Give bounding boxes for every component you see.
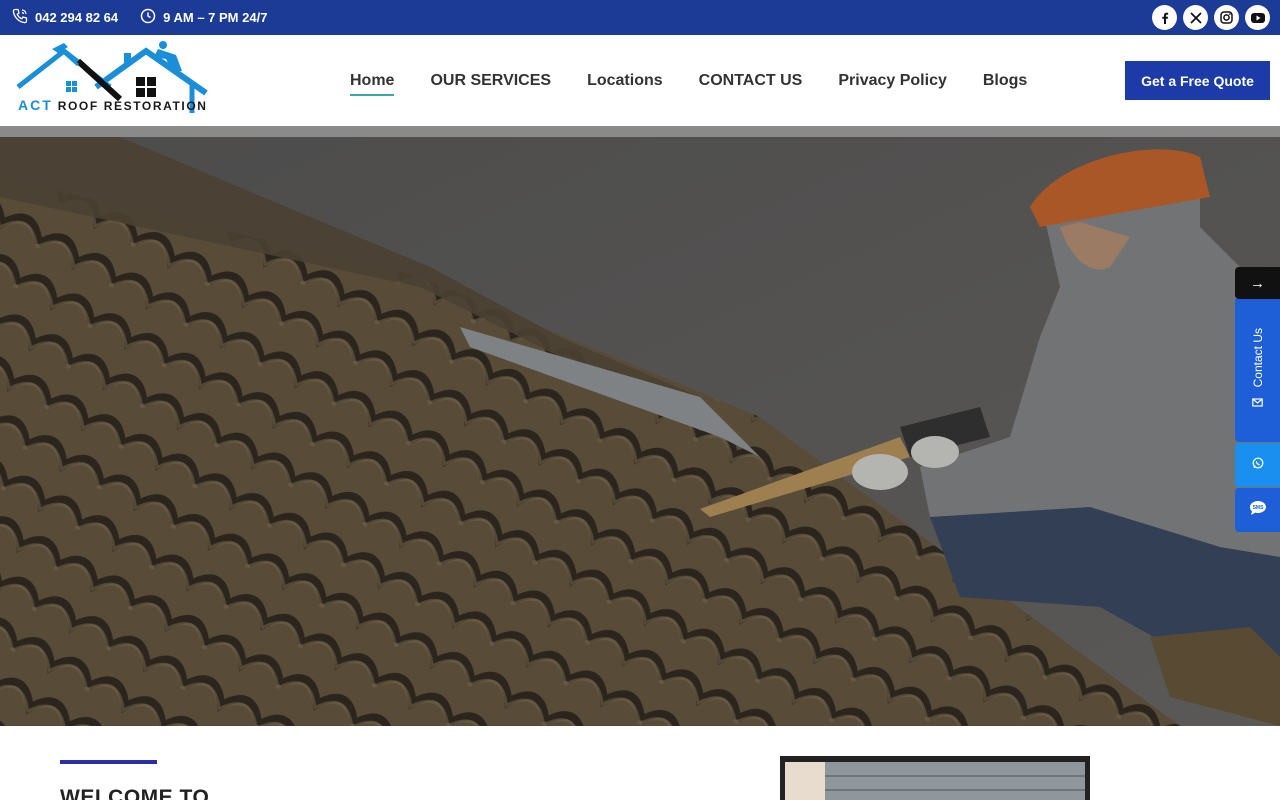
side-contact-label: Contact Us xyxy=(1250,327,1265,388)
clock-icon xyxy=(140,8,163,27)
main-nav: Home OUR SERVICES Locations CONTACT US P… xyxy=(350,35,1063,126)
hero-dark-overlay xyxy=(0,137,1280,726)
hero-banner xyxy=(0,137,1280,726)
nav-contact-us[interactable]: CONTACT US xyxy=(699,66,803,96)
side-sms-button[interactable]: SMS xyxy=(1235,488,1280,532)
whatsapp-icon xyxy=(1252,456,1264,474)
get-free-quote-button[interactable]: Get a Free Quote xyxy=(1125,61,1270,100)
side-widget-toggle[interactable]: → xyxy=(1235,267,1280,299)
about-image-frame xyxy=(780,756,1090,800)
welcome-heading: WELCOME TO xyxy=(60,786,210,800)
nav-blogs[interactable]: Blogs xyxy=(983,66,1027,96)
logo-act: ACT xyxy=(18,97,53,113)
logo-roof-restoration: ROOF RESTORATION xyxy=(57,99,208,113)
phone-link[interactable]: 042 294 82 64 xyxy=(12,8,118,27)
youtube-icon[interactable] xyxy=(1245,5,1270,30)
facebook-icon[interactable] xyxy=(1152,5,1177,30)
hours-info: 9 AM – 7 PM 24/7 xyxy=(140,8,267,27)
envelope-icon xyxy=(1252,395,1263,413)
about-roof-image xyxy=(785,762,1085,800)
phone-icon xyxy=(12,8,35,27)
x-icon[interactable] xyxy=(1183,5,1208,30)
nav-privacy-policy[interactable]: Privacy Policy xyxy=(838,66,947,96)
topbar-contact: 042 294 82 64 9 AM – 7 PM 24/7 xyxy=(12,0,289,35)
side-whatsapp-button[interactable] xyxy=(1235,443,1280,487)
social-links xyxy=(1152,5,1270,30)
phone-number: 042 294 82 64 xyxy=(35,10,119,25)
nav-locations[interactable]: Locations xyxy=(587,66,663,96)
logo-wordmark: ACT ROOF RESTORATION xyxy=(18,97,208,113)
svg-text:SMS: SMS xyxy=(1252,505,1264,511)
top-bar: 042 294 82 64 9 AM – 7 PM 24/7 xyxy=(0,0,1280,35)
hero-top-strip xyxy=(0,126,1280,137)
site-logo[interactable]: ACT ROOF RESTORATION xyxy=(16,41,210,119)
nav-home[interactable]: Home xyxy=(350,66,395,96)
nav-our-services[interactable]: OUR SERVICES xyxy=(430,66,551,96)
instagram-icon[interactable] xyxy=(1214,5,1239,30)
welcome-accent-bar xyxy=(60,760,157,764)
side-contact-us-button[interactable]: Contact Us xyxy=(1235,299,1280,442)
site-header: ACT ROOF RESTORATION Home OUR SERVICES L… xyxy=(0,35,1280,126)
business-hours: 9 AM – 7 PM 24/7 xyxy=(163,10,268,25)
sms-icon: SMS xyxy=(1249,500,1267,521)
